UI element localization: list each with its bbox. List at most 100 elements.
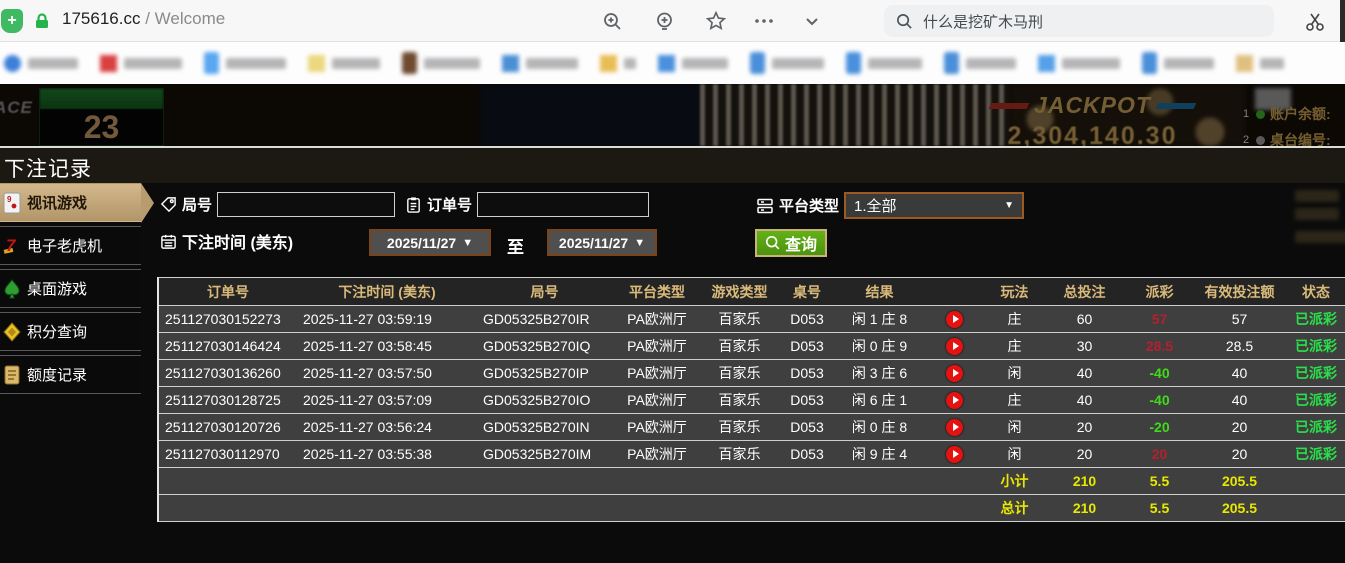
play-video-button[interactable] — [946, 338, 963, 355]
summary-cell-play — [922, 495, 987, 521]
sidebar-item-1[interactable]: 9视讯游戏 — [0, 183, 141, 222]
collections-lightbulb-icon[interactable] — [652, 9, 676, 33]
ssl-lock-icon[interactable] — [33, 12, 51, 30]
bookmark-item[interactable] — [600, 55, 636, 72]
svg-text:7: 7 — [6, 236, 17, 255]
cell-valid: 20 — [1192, 414, 1287, 440]
cell-order: 251127030128725 — [159, 387, 297, 413]
sidebar-item-3[interactable]: 桌面游戏 — [0, 269, 141, 308]
bookmark-item[interactable] — [1142, 52, 1214, 74]
bookmark-blurred-label — [332, 58, 380, 69]
sidebar-item-5[interactable]: 额度记录 — [0, 355, 141, 394]
table-row: 2511270301522732025-11-27 03:59:19GD0532… — [159, 306, 1345, 333]
order-filter: 订单号 — [405, 192, 649, 217]
cell-time: 2025-11-27 03:55:38 — [297, 441, 477, 467]
cell-play — [922, 333, 987, 359]
casino-banner: ACE 23 JACKPOT 2,304,140.30 1账户余额:2桌台编号: — [0, 84, 1345, 146]
bookmark-item[interactable] — [944, 52, 1016, 74]
column-header: 游戏类型 — [702, 278, 777, 305]
column-header: 桌号 — [777, 278, 837, 305]
sidebar-item-4[interactable]: 积分查询 — [0, 312, 141, 351]
date-to-select[interactable]: 2025/11/27 ▼ — [547, 229, 657, 256]
summary-cell-game — [702, 468, 777, 494]
cell-round: GD05325B270IR — [477, 306, 612, 332]
favorite-star-icon[interactable] — [704, 9, 728, 33]
platform-list-icon — [756, 197, 774, 215]
bookmark-item[interactable] — [750, 52, 824, 74]
cell-bet: 闲 — [987, 441, 1042, 467]
cell-round: GD05325B270IP — [477, 360, 612, 386]
cell-game: 百家乐 — [702, 387, 777, 413]
cell-time: 2025-11-27 03:57:09 — [297, 387, 477, 413]
dropdown-caret-icon: ▼ — [634, 237, 645, 249]
date-to-value: 2025/11/27 — [559, 235, 628, 251]
address-bar-url[interactable]: 175616.cc / Welcome — [62, 9, 225, 29]
bookmark-items — [0, 42, 1345, 84]
bookmark-blurred-label — [966, 58, 1016, 69]
order-input[interactable] — [477, 192, 649, 217]
bookmark-item[interactable] — [100, 55, 182, 72]
bookmark-item[interactable] — [402, 52, 480, 74]
query-button[interactable]: 查询 — [755, 229, 827, 257]
cell-platform: PA欧洲厅 — [612, 414, 702, 440]
date-from-select[interactable]: 2025/11/27 ▼ — [369, 229, 491, 256]
column-header: 平台类型 — [612, 278, 702, 305]
play-video-button[interactable] — [946, 365, 963, 382]
url-separator: / — [145, 9, 150, 28]
cell-order: 251127030120726 — [159, 414, 297, 440]
play-video-button[interactable] — [946, 446, 963, 463]
cell-payout: 20 — [1127, 441, 1192, 467]
bookmark-item[interactable] — [4, 55, 78, 72]
cell-result: 闲 9 庄 4 — [837, 441, 922, 467]
cell-bet: 闲 — [987, 360, 1042, 386]
main-area: 局号 订单号 平台类型 1.全部 ▼ 下注时 — [157, 183, 1345, 563]
column-header: 玩法 — [987, 278, 1042, 305]
bookmark-blurred-label — [1164, 58, 1214, 69]
bookmark-item[interactable] — [204, 52, 286, 74]
card-icon: 9 — [1, 192, 23, 214]
bookmark-item[interactable] — [1038, 55, 1120, 72]
bookmark-item[interactable] — [658, 55, 728, 72]
bookmark-blurred-label — [124, 58, 182, 69]
play-video-button[interactable] — [946, 392, 963, 409]
summary-cell-time — [297, 495, 477, 521]
query-search-icon — [765, 235, 781, 251]
bookmark-favicon-icon — [944, 52, 959, 74]
search-input[interactable]: 什么是挖矿木马刑 — [884, 5, 1274, 37]
cell-payout: -20 — [1127, 414, 1192, 440]
cell-play — [922, 306, 987, 332]
scissors-icon[interactable] — [1303, 10, 1327, 34]
cell-valid: 40 — [1192, 387, 1287, 413]
cell-platform: PA欧洲厅 — [612, 360, 702, 386]
cell-platform: PA欧洲厅 — [612, 441, 702, 467]
bookmark-item[interactable] — [502, 55, 578, 72]
cell-payout: 28.5 — [1127, 333, 1192, 359]
summary-cell-total: 210 — [1042, 468, 1127, 494]
bookmark-blurred-label — [1260, 58, 1284, 69]
play-video-button[interactable] — [946, 311, 963, 328]
more-options-icon[interactable] — [752, 9, 776, 33]
bookmark-item[interactable] — [1236, 55, 1284, 72]
bookmark-blurred-label — [624, 58, 636, 69]
table-row: 2511270301207262025-11-27 03:56:24GD0532… — [159, 414, 1345, 441]
platform-select[interactable]: 1.全部 ▼ — [844, 192, 1024, 219]
round-input[interactable] — [217, 192, 395, 217]
adblock-extension-icon[interactable]: + — [1, 9, 23, 33]
summary-cell-result — [837, 468, 922, 494]
cell-result: 闲 6 庄 1 — [837, 387, 922, 413]
zoom-in-icon[interactable] — [600, 9, 624, 33]
play-video-button[interactable] — [946, 419, 963, 436]
banner-dim-overlay — [0, 84, 1345, 146]
cell-bet: 庄 — [987, 333, 1042, 359]
cell-play — [922, 360, 987, 386]
cell-order: 251127030152273 — [159, 306, 297, 332]
bookmark-item[interactable] — [308, 55, 380, 72]
query-button-label: 查询 — [785, 231, 817, 255]
bookmark-blurred-label — [526, 58, 578, 69]
diamond-icon — [1, 321, 23, 343]
sidebar-item-2[interactable]: 7电子老虎机 — [0, 226, 141, 265]
cell-play — [922, 414, 987, 440]
bookmark-item[interactable] — [846, 52, 922, 74]
chevron-down-icon[interactable] — [800, 9, 824, 33]
cell-time: 2025-11-27 03:58:45 — [297, 333, 477, 359]
